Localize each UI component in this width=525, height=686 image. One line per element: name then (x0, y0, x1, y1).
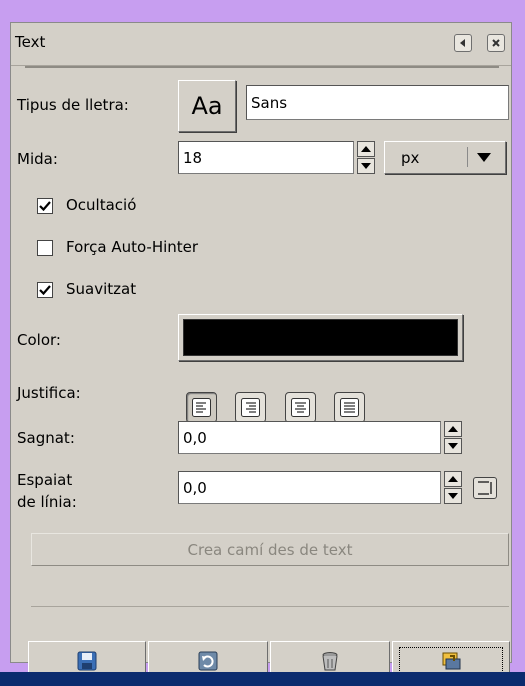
checkmark-icon (39, 201, 51, 212)
force-autohinter-checkbox[interactable] (37, 240, 53, 256)
size-input[interactable]: 18 (178, 141, 354, 174)
font-label: Tipus de lletra: (17, 96, 129, 114)
indent-input[interactable]: 0,0 (178, 421, 441, 454)
arrow-down-icon (448, 443, 458, 449)
antialiasing-label: Suavitzat (66, 280, 137, 298)
text-tool-options-panel: Text Tipus de lletra: Aa Sans Mida: 18 p… (10, 22, 512, 681)
align-right-icon (241, 398, 260, 417)
justify-fill-button[interactable] (334, 392, 365, 423)
line-spacing-label: Espaiat de línia: (17, 469, 77, 513)
panel-close-button[interactable] (487, 34, 505, 52)
hinting-checkbox[interactable] (37, 198, 53, 214)
save-icon (77, 651, 97, 671)
indent-decrement[interactable] (444, 438, 462, 454)
divider (31, 606, 509, 607)
create-path-label: Crea camí des de text (187, 540, 353, 559)
align-center-icon (291, 398, 310, 417)
justify-left-button[interactable] (186, 392, 217, 423)
line-spacing-spinner[interactable] (444, 471, 462, 504)
justify-label: Justifica: (17, 384, 81, 402)
triangle-left-icon (460, 39, 465, 47)
arrow-up-icon (448, 476, 458, 482)
arrow-down-icon (361, 163, 371, 169)
chevron-down-icon (477, 153, 491, 162)
size-spinner[interactable] (357, 141, 375, 174)
color-label: Color: (17, 331, 61, 349)
line-spacing-label-line1: Espaiat (17, 471, 73, 489)
panel-title: Text (15, 33, 46, 51)
line-spacing-input-value: 0,0 (183, 478, 207, 497)
color-button[interactable] (178, 314, 463, 361)
close-icon (492, 39, 500, 47)
font-preview-text: Aa (191, 92, 223, 120)
line-spacing-icon (478, 481, 492, 495)
indent-spinner[interactable] (444, 421, 462, 454)
checkmark-icon (39, 285, 51, 296)
indent-input-value: 0,0 (183, 428, 207, 447)
force-autohinter-label: Força Auto-Hinter (66, 238, 199, 256)
line-spacing-label-line2: de línia: (17, 493, 77, 511)
size-increment[interactable] (357, 141, 375, 157)
font-input-value: Sans (251, 93, 288, 112)
font-preview-button[interactable]: Aa (178, 80, 236, 132)
antialiasing-checkbox[interactable] (37, 282, 53, 298)
arrow-up-icon (448, 426, 458, 432)
justify-right-button[interactable] (235, 392, 266, 423)
hinting-label: Ocultació (66, 196, 137, 214)
restore-icon (198, 651, 218, 671)
unit-select[interactable]: px (384, 141, 506, 174)
line-spacing-decrement[interactable] (444, 488, 462, 504)
arrow-down-icon (448, 493, 458, 499)
align-justify-icon (340, 398, 359, 417)
window-bottom-edge (0, 672, 525, 686)
line-spacing-input[interactable]: 0,0 (178, 471, 441, 504)
focus-ring (399, 647, 503, 675)
color-swatch (183, 319, 458, 356)
indent-increment[interactable] (444, 421, 462, 437)
trash-icon (322, 652, 338, 671)
line-spacing-chain-button[interactable] (473, 477, 497, 499)
size-input-value: 18 (183, 148, 203, 167)
divider (25, 66, 499, 68)
line-spacing-increment[interactable] (444, 471, 462, 487)
align-left-icon (192, 398, 211, 417)
panel-header: Text (11, 23, 511, 66)
arrow-up-icon (361, 146, 371, 152)
font-input[interactable]: Sans (246, 85, 509, 120)
justify-center-button[interactable] (285, 392, 316, 423)
size-decrement[interactable] (357, 158, 375, 174)
indent-label: Sagnat: (17, 429, 75, 447)
panel-menu-button[interactable] (454, 34, 472, 52)
unit-select-separator (467, 147, 468, 167)
size-label: Mida: (17, 150, 58, 168)
unit-select-value: px (401, 148, 420, 167)
create-path-button[interactable]: Crea camí des de text (31, 533, 509, 566)
